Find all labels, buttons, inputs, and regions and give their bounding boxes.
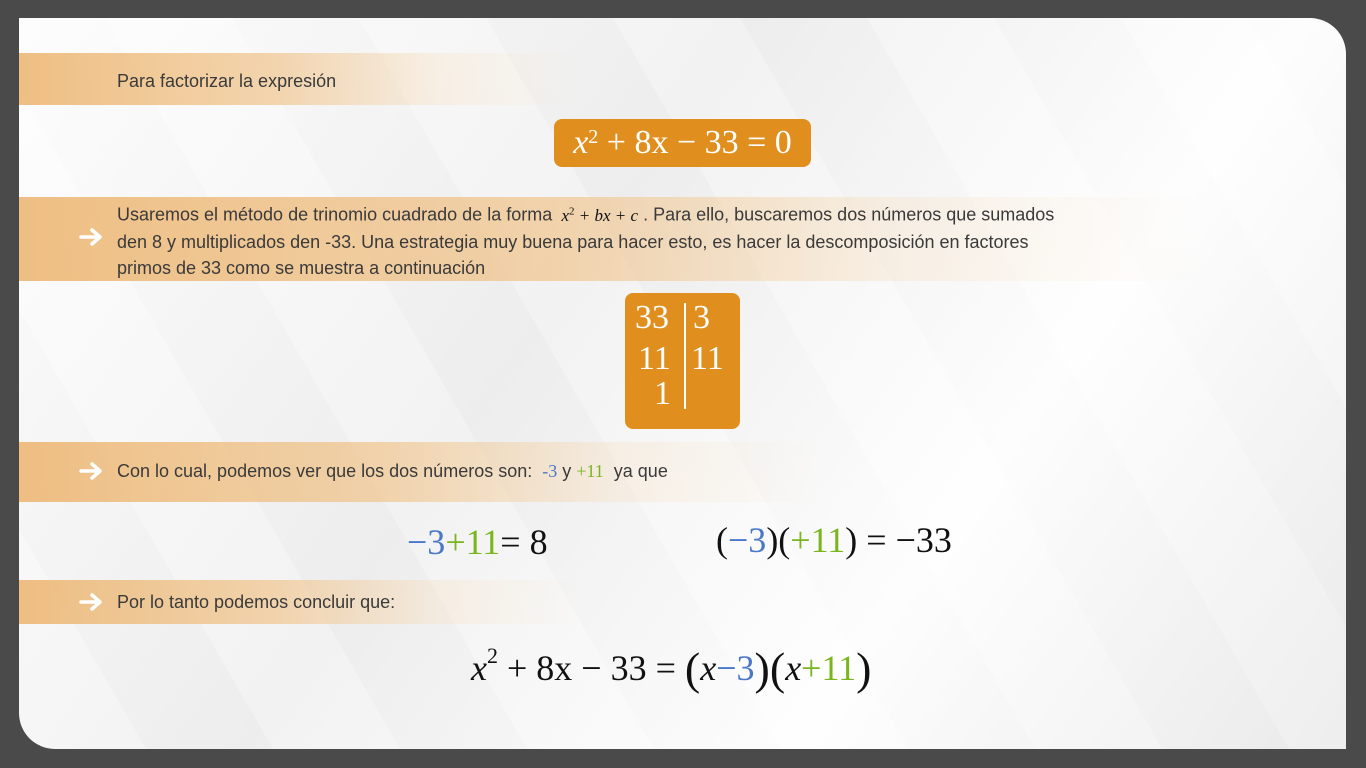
final-rest: + 8x − 33 = — [506, 648, 676, 688]
final-exp: 2 — [486, 643, 498, 668]
intro-text: Para factorizar la expresión — [117, 71, 337, 91]
method-line-1a: Usaremos el método de trinomio cuadrado … — [117, 204, 553, 225]
prod-c: = −33 — [866, 520, 952, 560]
number-pos11: +11 — [576, 461, 604, 481]
prod-close: ) — [845, 520, 858, 560]
fact-left-2: 1 — [654, 375, 671, 412]
fact-right-1: 11 — [691, 340, 724, 377]
eq-rest: + 8x − 33 = 0 — [606, 124, 792, 161]
numbers-text: Con lo cual, podemos ver que los dos núm… — [117, 458, 668, 484]
method-line-2: den 8 y multiplicados den -33. Una estra… — [117, 231, 1029, 252]
sum-b: +11 — [445, 522, 501, 562]
arrow-right-icon — [79, 228, 102, 246]
conclusion-text: Por lo tanto podemos concluir que: — [117, 592, 396, 612]
final-x: x — [471, 648, 487, 688]
final-p1-x: x — [700, 648, 717, 688]
final-p1-n: −3 — [716, 648, 755, 688]
fact-left-1: 11 — [638, 340, 671, 377]
fact-divider — [684, 303, 686, 409]
numbers-text-b: ya que — [613, 461, 668, 481]
method-text: Usaremos el método de trinomio cuadrado … — [117, 198, 1267, 281]
eq-exp: 2 — [588, 125, 599, 148]
main-equation: x2 + 8x − 33 = 0 — [554, 119, 811, 167]
product-equation: (−3)(+11) = −33 — [716, 519, 952, 561]
eq-x: x — [573, 124, 589, 161]
fact-left-0: 33 — [635, 299, 669, 336]
number-neg3: -3 — [542, 461, 558, 481]
factorization-table: 33 11 1 3 11 — [625, 293, 740, 429]
prod-a: −3 — [728, 520, 767, 560]
fact-right-0: 3 — [693, 299, 710, 336]
method-line-1: Usaremos el método de trinomio cuadrado … — [117, 198, 1267, 229]
method-line-3: primos de 33 como se muestra a continuac… — [117, 257, 486, 278]
final-p2-n: +11 — [801, 648, 857, 688]
method-line-1b: . Para ello, buscaremos dos números que … — [643, 204, 1055, 225]
prod-b: +11 — [790, 520, 846, 560]
final-p2-x: x — [785, 648, 802, 688]
sum-c: = 8 — [500, 522, 548, 562]
numbers-text-a: Con lo cual, podemos ver que los dos núm… — [117, 461, 533, 481]
prod-open: ( — [716, 520, 728, 560]
numbers-y: y — [562, 461, 572, 481]
final-equation: x2 + 8x − 33 = (x−3)(x+11) — [471, 643, 872, 694]
prod-mid: )( — [766, 520, 791, 560]
arrow-right-icon — [79, 462, 102, 480]
trinomial-form: x2 + bx + c — [561, 205, 639, 225]
sum-equation: −3+11= 8 — [407, 521, 548, 563]
sum-a: −3 — [407, 522, 446, 562]
arrow-right-icon — [79, 593, 102, 611]
slide: Para factorizar la expresión x2 + 8x − 3… — [19, 18, 1346, 749]
